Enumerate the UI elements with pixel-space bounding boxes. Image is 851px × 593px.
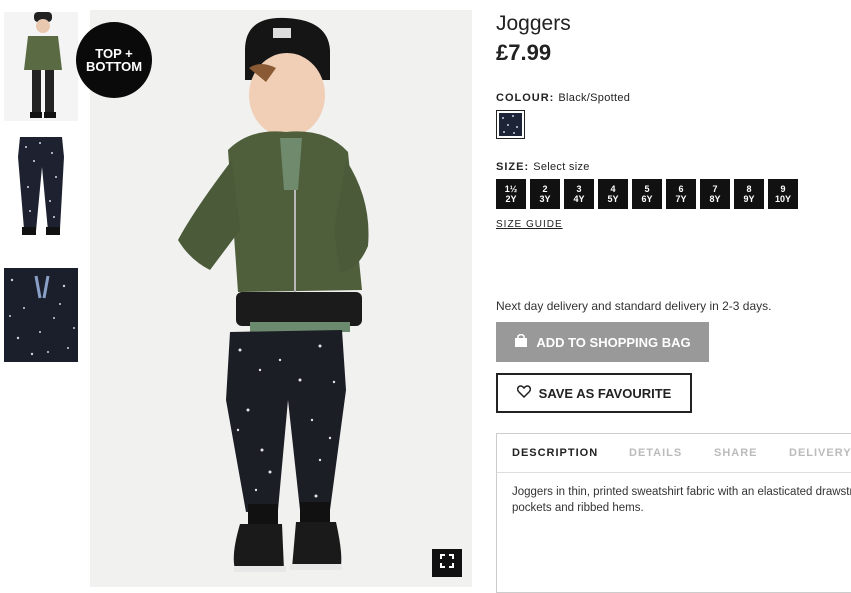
- shopping-bag-icon: [514, 333, 528, 350]
- size-option[interactable]: 2 3Y: [530, 179, 560, 209]
- colour-row: COLOUR: Black/Spotted: [496, 92, 630, 104]
- thumbnail-fabric[interactable]: [4, 268, 78, 362]
- child-model-illustration: [90, 10, 472, 587]
- joggers-thumbnail-image: [4, 127, 78, 243]
- size-option[interactable]: 6 7Y: [666, 179, 696, 209]
- thumbnail-joggers[interactable]: [4, 127, 78, 243]
- size-options: 1½ 2Y 2 3Y 3 4Y 4 5Y 5 6Y 6 7Y 7 8Y 8 9Y…: [496, 179, 798, 209]
- main-product-image: [90, 10, 472, 587]
- expand-icon: [440, 553, 454, 573]
- add-to-bag-button[interactable]: ADD TO SHOPPING BAG: [496, 322, 709, 362]
- size-option[interactable]: 1½ 2Y: [496, 179, 526, 209]
- size-row: SIZE: Select size: [496, 161, 590, 173]
- heart-icon: [516, 385, 531, 401]
- thumbnail-outfit[interactable]: [4, 12, 78, 121]
- product-info-tabs: DESCRIPTION DETAILS SHARE DELIVERY Jogge…: [496, 433, 851, 593]
- save-favourite-label: SAVE AS FAVOURITE: [538, 385, 672, 401]
- outfit-thumbnail-image: [4, 12, 78, 121]
- tab-share[interactable]: SHARE: [714, 447, 758, 459]
- tab-delivery[interactable]: DELIVERY: [789, 447, 851, 459]
- size-option[interactable]: 7 8Y: [700, 179, 730, 209]
- colour-value: Black/Spotted: [558, 92, 631, 104]
- size-value: Select size: [533, 161, 590, 173]
- product-price: £7.99: [496, 40, 552, 65]
- swatch-pattern: [499, 113, 522, 136]
- description-text: Joggers in thin, printed sweatshirt fabr…: [512, 484, 851, 516]
- description-line: Joggers in thin, printed sweatshirt fabr…: [512, 486, 851, 498]
- add-to-bag-label: ADD TO SHOPPING BAG: [536, 334, 691, 350]
- tab-details[interactable]: DETAILS: [629, 447, 682, 459]
- zoom-button[interactable]: [432, 549, 462, 577]
- size-option[interactable]: 4 5Y: [598, 179, 628, 209]
- size-guide-link[interactable]: SIZE GUIDE: [496, 219, 563, 230]
- save-favourite-button[interactable]: SAVE AS FAVOURITE: [496, 373, 692, 413]
- tab-bar: DESCRIPTION DETAILS SHARE DELIVERY: [497, 434, 851, 473]
- size-option[interactable]: 3 4Y: [564, 179, 594, 209]
- size-label: SIZE:: [496, 161, 530, 173]
- size-option[interactable]: 8 9Y: [734, 179, 764, 209]
- colour-label: COLOUR:: [496, 92, 555, 104]
- size-option[interactable]: 5 6Y: [632, 179, 662, 209]
- delivery-info: Next day delivery and standard delivery …: [496, 299, 772, 313]
- outfit-badge: TOP + BOTTOM: [76, 22, 152, 98]
- colour-swatch-black-spotted[interactable]: [496, 110, 525, 139]
- tab-description[interactable]: DESCRIPTION: [512, 447, 598, 459]
- size-option[interactable]: 9 10Y: [768, 179, 798, 209]
- product-title: Joggers: [496, 12, 571, 35]
- description-line: pockets and ribbed hems.: [512, 502, 644, 514]
- fabric-thumbnail-image: [4, 268, 78, 362]
